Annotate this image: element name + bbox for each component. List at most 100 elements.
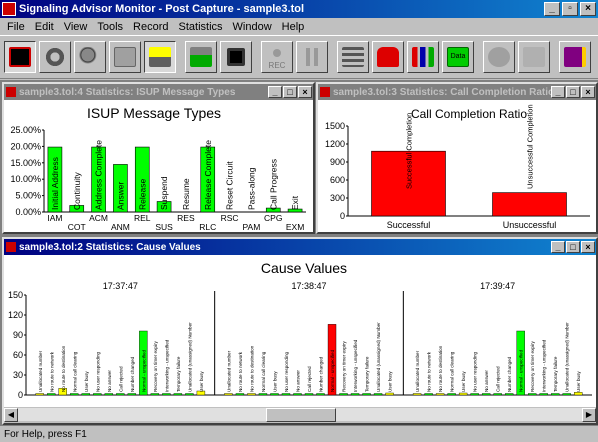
bar-label: Answer [115,181,125,210]
cause-close-button[interactable]: × [581,241,595,253]
bar-label: Reset Circuit [225,161,235,210]
close-button[interactable]: × [580,2,596,16]
isup-window: sample3.tol:4 Statistics: ISUP Message T… [2,82,315,234]
bar-label: Call rejected [496,366,501,392]
menu-help[interactable]: Help [277,21,310,33]
y-tick-label: 900 [330,157,345,167]
y-tick-label: 150 [8,290,23,300]
bar [70,393,79,396]
bar-label: No route to destination [438,345,443,392]
bar-label: No user responding [95,351,100,392]
scroll-left-arrow[interactable]: ◀ [4,408,18,422]
bar-label: User busy [272,371,277,392]
cause-window-title: sample3.tol:2 Statistics: Cause Values [19,241,201,253]
bar [270,393,279,396]
x-tick-label: IAM [47,213,62,223]
y-tick-label: 0 [18,390,23,400]
record-button[interactable]: REC [261,41,293,73]
minimize-button[interactable]: _ [544,2,560,16]
bar-label: Call Progress [268,159,278,210]
cause-minimize-button[interactable]: _ [551,241,565,253]
help-book-button[interactable] [559,41,591,73]
scroll-thumb[interactable] [266,408,336,422]
decode-button[interactable] [109,41,141,73]
y-tick-label: 0 [340,211,345,221]
bar-label: User busy [199,371,204,392]
scroll-right-arrow[interactable]: ▶ [582,408,596,422]
bar-label: Interworking - unspecified [164,339,169,392]
bar-label: No answer [484,370,489,392]
bar-label: Normal - unspecified [519,349,524,392]
bar [528,393,537,396]
statistics-button[interactable] [407,41,439,73]
bar-label: Interworking - unspecified [353,339,358,392]
menu-tools[interactable]: Tools [92,21,128,33]
bar-label: Release [137,179,147,210]
bar [235,393,245,396]
disabled-tool-button[interactable] [518,41,550,73]
settings-button[interactable] [39,41,71,73]
bar [504,393,514,396]
menu-edit[interactable]: Edit [30,21,59,33]
menu-statistics[interactable]: Statistics [174,21,228,33]
bar-label: Unallocated (unassigned) Number [565,322,570,392]
gear-icon [44,47,66,67]
bar-label: Normal call clearing [261,351,266,392]
group-time-label: 17:38:47 [291,281,326,291]
isup-minimize-button[interactable]: _ [268,86,282,98]
restore-button[interactable]: ▫ [562,2,578,16]
load-button[interactable] [185,41,217,73]
bar-label: Unallocated number [38,350,43,392]
menu-window[interactable]: Window [228,21,277,33]
capture-button[interactable] [144,41,176,73]
isup-close-button[interactable]: × [298,86,312,98]
isup-maximize-button[interactable]: □ [283,86,297,98]
bar-label: Normal - unspecified [141,349,146,392]
pause-button[interactable] [296,41,328,73]
menu-record[interactable]: Record [128,21,173,33]
isup-window-titlebar[interactable]: sample3.tol:4 Statistics: ISUP Message T… [4,84,313,100]
isup-chart: ISUP Message Types 0.00% 5.00% 10.00% 15.00%… [10,105,306,232]
cabinet-icon [149,47,171,67]
cause-maximize-button[interactable]: □ [566,241,580,253]
bar-label: No user responding [284,351,289,392]
search-icon [79,47,101,67]
bar-label: Pass-along [246,167,256,210]
bar-label: Unallocated number [226,350,231,392]
network-button[interactable] [337,41,369,73]
horizontal-scrollbar[interactable]: ◀ ▶ [4,407,596,422]
bar-label: Normal call clearing [450,351,455,392]
phone-icon [377,47,399,67]
ccr-close-button[interactable]: × [581,86,595,98]
bar [281,393,291,396]
bar-label: Number changed [130,356,135,392]
ccr-window-titlebar[interactable]: sample3.tol:3 Statistics: Call Completio… [318,84,596,100]
y-tick-label: 300 [330,193,345,203]
filter-button[interactable] [483,41,515,73]
bar [150,393,160,396]
phone-button[interactable] [372,41,404,73]
menu-file[interactable]: File [2,21,30,33]
bar-label: Normal - unspecified [330,349,335,392]
monitor-button[interactable] [4,41,36,73]
bar-label: Temporary failure [176,356,181,392]
bar-label: No answer [295,370,300,392]
menu-view[interactable]: View [59,21,93,33]
y-tick-label: 15.00% [10,158,41,168]
cause-window: sample3.tol:2 Statistics: Cause Values _… [2,237,598,425]
bar-label: Release Complete [203,140,213,210]
chart-title: Call Completion Ratio [411,107,527,121]
ccr-minimize-button[interactable]: _ [551,86,565,98]
cause-window-titlebar[interactable]: sample3.tol:2 Statistics: Cause Values _… [4,239,596,255]
chart-window-icon [6,242,16,252]
x-tick-label: EXM [286,222,304,232]
bar-label: No user responding [473,351,478,392]
bar-label: No route to network [238,351,243,392]
bar-label: Initial Address [50,157,60,210]
search-button[interactable] [74,41,106,73]
ccr-maximize-button[interactable]: □ [566,86,580,98]
data-button[interactable]: Data [442,41,474,73]
save-button[interactable] [220,41,252,73]
x-tick-label: Successful [387,220,431,230]
ccr-window-title: sample3.tol:3 Statistics: Call Completio… [333,86,551,98]
